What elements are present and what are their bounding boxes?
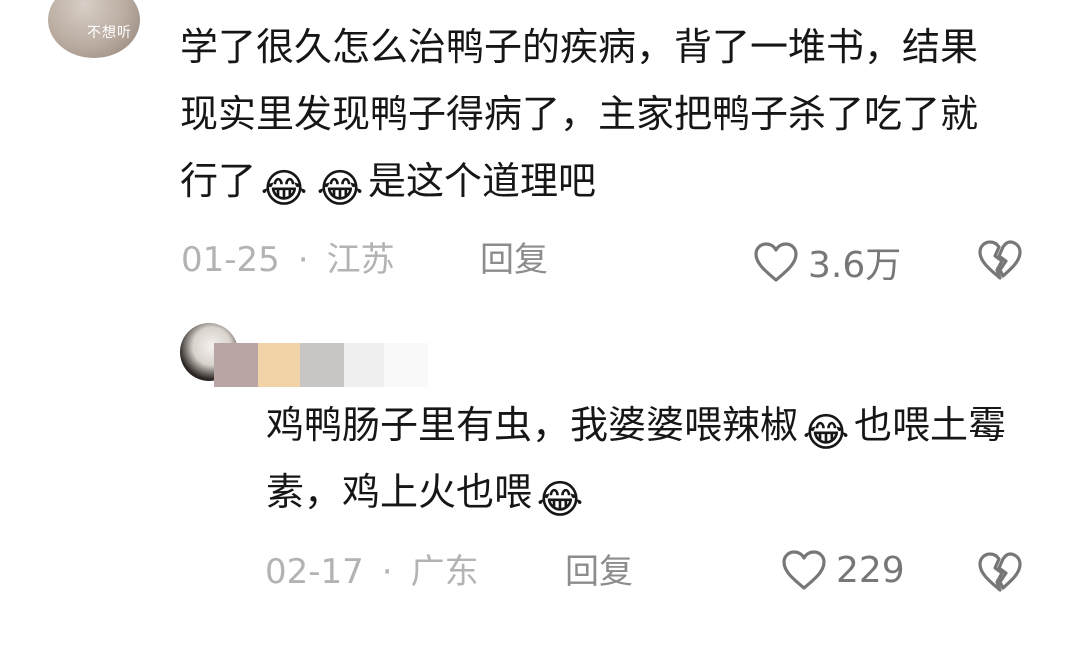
- like-count: 3.6万: [808, 245, 902, 286]
- comment-meta: 02-17 · 广东: [265, 552, 479, 592]
- like-button[interactable]: 229: [780, 548, 905, 592]
- comment-location: 江苏: [326, 240, 395, 280]
- broken-heart-icon[interactable]: [976, 238, 1024, 282]
- laughing-tears-emoji-icon: 😂: [536, 477, 584, 523]
- blurred-username: [344, 343, 384, 387]
- heart-icon: [754, 242, 798, 282]
- comment-location: 广东: [410, 552, 479, 592]
- like-button[interactable]: 3.6万: [752, 236, 901, 288]
- avatar-text: 不想听: [87, 25, 132, 41]
- reply-button[interactable]: 回复: [565, 552, 633, 592]
- laughing-tears-emoji-icon: 😂: [260, 166, 308, 212]
- blurred-username: [384, 343, 428, 387]
- comment-text: 鸡鸭肠子里有虫，我婆婆喂辣椒 😂 也喂土霉素，鸡上火也喂 😂: [266, 392, 1026, 526]
- reply-button[interactable]: 回复: [480, 240, 548, 280]
- comment-text: 学了很久怎么治鸭子的疾病，背了一堆书，结果现实里发现鸭子得病了，主家把鸭子杀了吃…: [180, 14, 1000, 215]
- blurred-username: [300, 343, 344, 387]
- comment-date: 02-17: [265, 552, 364, 592]
- heart-icon: [782, 550, 826, 590]
- comment-meta: 01-25 · 江苏: [181, 240, 395, 280]
- comment-text-segment: 鸡鸭肠子里有虫，我婆婆喂辣椒: [266, 403, 799, 447]
- broken-heart-icon[interactable]: [976, 550, 1024, 594]
- avatar[interactable]: 不想听: [48, 0, 140, 58]
- meta-separator: ·: [297, 240, 309, 280]
- blurred-username: [214, 343, 258, 387]
- like-count: 229: [836, 549, 905, 591]
- laughing-tears-emoji-icon: 😂: [802, 410, 850, 456]
- laughing-tears-emoji-icon: 😂: [316, 166, 364, 212]
- comment-date: 01-25: [181, 240, 280, 280]
- meta-separator: ·: [381, 552, 393, 592]
- comment-text-segment: 是这个道理吧: [368, 159, 597, 203]
- blurred-username: [258, 343, 300, 387]
